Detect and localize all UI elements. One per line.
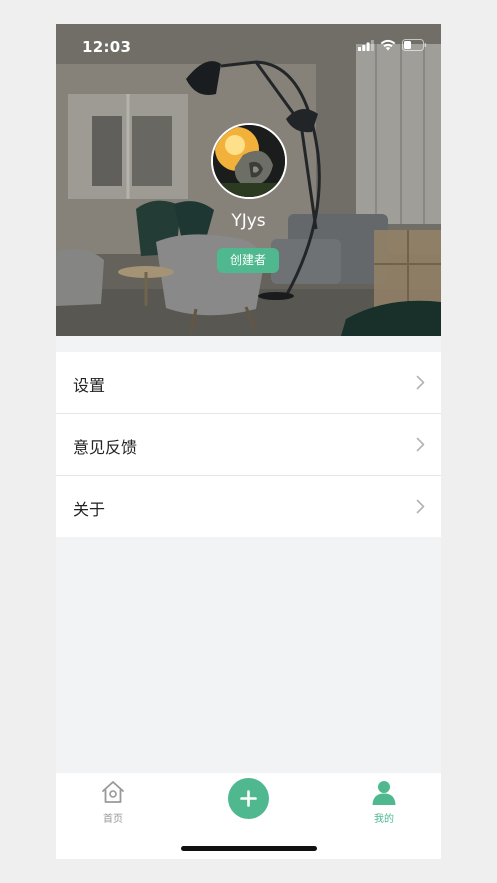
status-time: 12:03 (82, 38, 132, 56)
cellular-signal-icon (358, 39, 374, 51)
chevron-right-icon (416, 437, 425, 452)
tab-home-label: 首页 (103, 814, 123, 825)
menu-item-label: 设置 (73, 376, 106, 395)
phone-screen: 12:03 YJys 创建者 设置 意见反馈 关于 首页 我的 (56, 24, 441, 859)
status-bar: 12:03 (56, 24, 441, 68)
menu-item-label: 意见反馈 (73, 438, 138, 457)
tab-mine-label: 我的 (374, 814, 394, 825)
tab-home[interactable]: 首页 (83, 779, 143, 825)
username: YJys (231, 211, 266, 231)
home-indicator (181, 846, 317, 851)
menu-item-label: 关于 (73, 500, 106, 519)
tab-bar: 首页 我的 (56, 773, 441, 859)
menu-item-about[interactable]: 关于 (56, 476, 441, 537)
chevron-right-icon (416, 499, 425, 514)
home-icon (102, 781, 124, 803)
add-button[interactable] (228, 778, 269, 819)
user-icon (372, 781, 396, 805)
menu-item-feedback[interactable]: 意见反馈 (56, 414, 441, 476)
avatar[interactable] (211, 123, 287, 199)
settings-menu: 设置 意见反馈 关于 (56, 352, 441, 537)
avatar-image (213, 125, 285, 197)
battery-icon (402, 39, 427, 51)
wifi-icon (380, 39, 396, 51)
plus-icon (240, 790, 257, 807)
chevron-right-icon (416, 375, 425, 390)
profile-header: 12:03 YJys 创建者 (56, 24, 441, 336)
role-badge: 创建者 (217, 248, 279, 273)
tab-mine[interactable]: 我的 (354, 779, 414, 825)
menu-item-settings[interactable]: 设置 (56, 352, 441, 414)
status-icons (358, 39, 427, 51)
